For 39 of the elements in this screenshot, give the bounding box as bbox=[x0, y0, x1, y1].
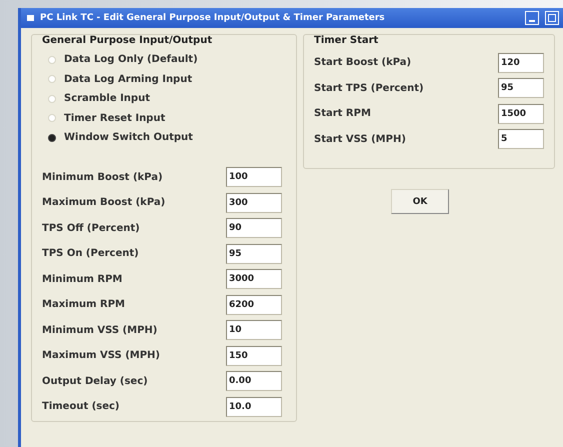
input-field[interactable]: 1500 bbox=[498, 104, 544, 124]
field-label: Maximum Boost (kPa) bbox=[42, 197, 166, 208]
radio-button[interactable] bbox=[48, 134, 56, 142]
field-label: Minimum Boost (kPa) bbox=[42, 172, 164, 183]
input-field[interactable]: 300 bbox=[226, 192, 282, 213]
app-icon bbox=[27, 15, 34, 21]
input-field[interactable]: 95 bbox=[226, 244, 282, 264]
field-label: Timeout (sec) bbox=[42, 401, 121, 412]
input-field[interactable]: 150 bbox=[226, 346, 282, 366]
field-label: Minimum RPM bbox=[42, 274, 124, 285]
field-label: Maximum RPM bbox=[42, 299, 126, 310]
input-field[interactable]: 95 bbox=[498, 78, 544, 98]
input-field[interactable]: 3000 bbox=[226, 269, 282, 290]
minimize-button[interactable] bbox=[525, 11, 539, 25]
field-label: Start VSS (MPH) bbox=[314, 134, 407, 145]
radio-label[interactable]: Data Log Only (Default) bbox=[64, 54, 198, 66]
input-field[interactable]: 10 bbox=[226, 320, 282, 340]
field-label: TPS Off (Percent) bbox=[42, 222, 141, 234]
input-field[interactable]: 120 bbox=[498, 52, 544, 73]
input-field[interactable]: 5 bbox=[498, 129, 544, 150]
ok-button[interactable]: OK bbox=[391, 189, 449, 214]
field-label: Maximum VSS (MPH) bbox=[42, 350, 161, 362]
radio-label[interactable]: Window Switch Output bbox=[64, 132, 193, 144]
input-field[interactable]: 100 bbox=[226, 167, 282, 188]
input-field[interactable]: 90 bbox=[226, 218, 282, 238]
input-field[interactable]: 0.00 bbox=[226, 371, 282, 392]
input-field[interactable]: 10.0 bbox=[226, 396, 282, 417]
radio-label[interactable]: Data Log Arming Input bbox=[64, 74, 192, 85]
field-label: Start TPS (Percent) bbox=[314, 82, 425, 94]
radio-label[interactable]: Timer Reset Input bbox=[64, 112, 166, 124]
field-label: Minimum VSS (MPH) bbox=[42, 324, 158, 336]
field-label: TPS On (Percent) bbox=[42, 248, 140, 260]
radio-label[interactable]: Scramble Input bbox=[64, 93, 150, 104]
field-label: Start Boost (kPa) bbox=[314, 57, 412, 68]
window-title: PC Link TC - Edit General Purpose Input/Output & Timer Parameters bbox=[40, 13, 386, 23]
field-label: Output Delay (sec) bbox=[42, 376, 149, 387]
maximize-button[interactable] bbox=[545, 11, 559, 25]
input-field[interactable]: 6200 bbox=[226, 294, 282, 315]
field-label: Start RPM bbox=[314, 108, 372, 120]
